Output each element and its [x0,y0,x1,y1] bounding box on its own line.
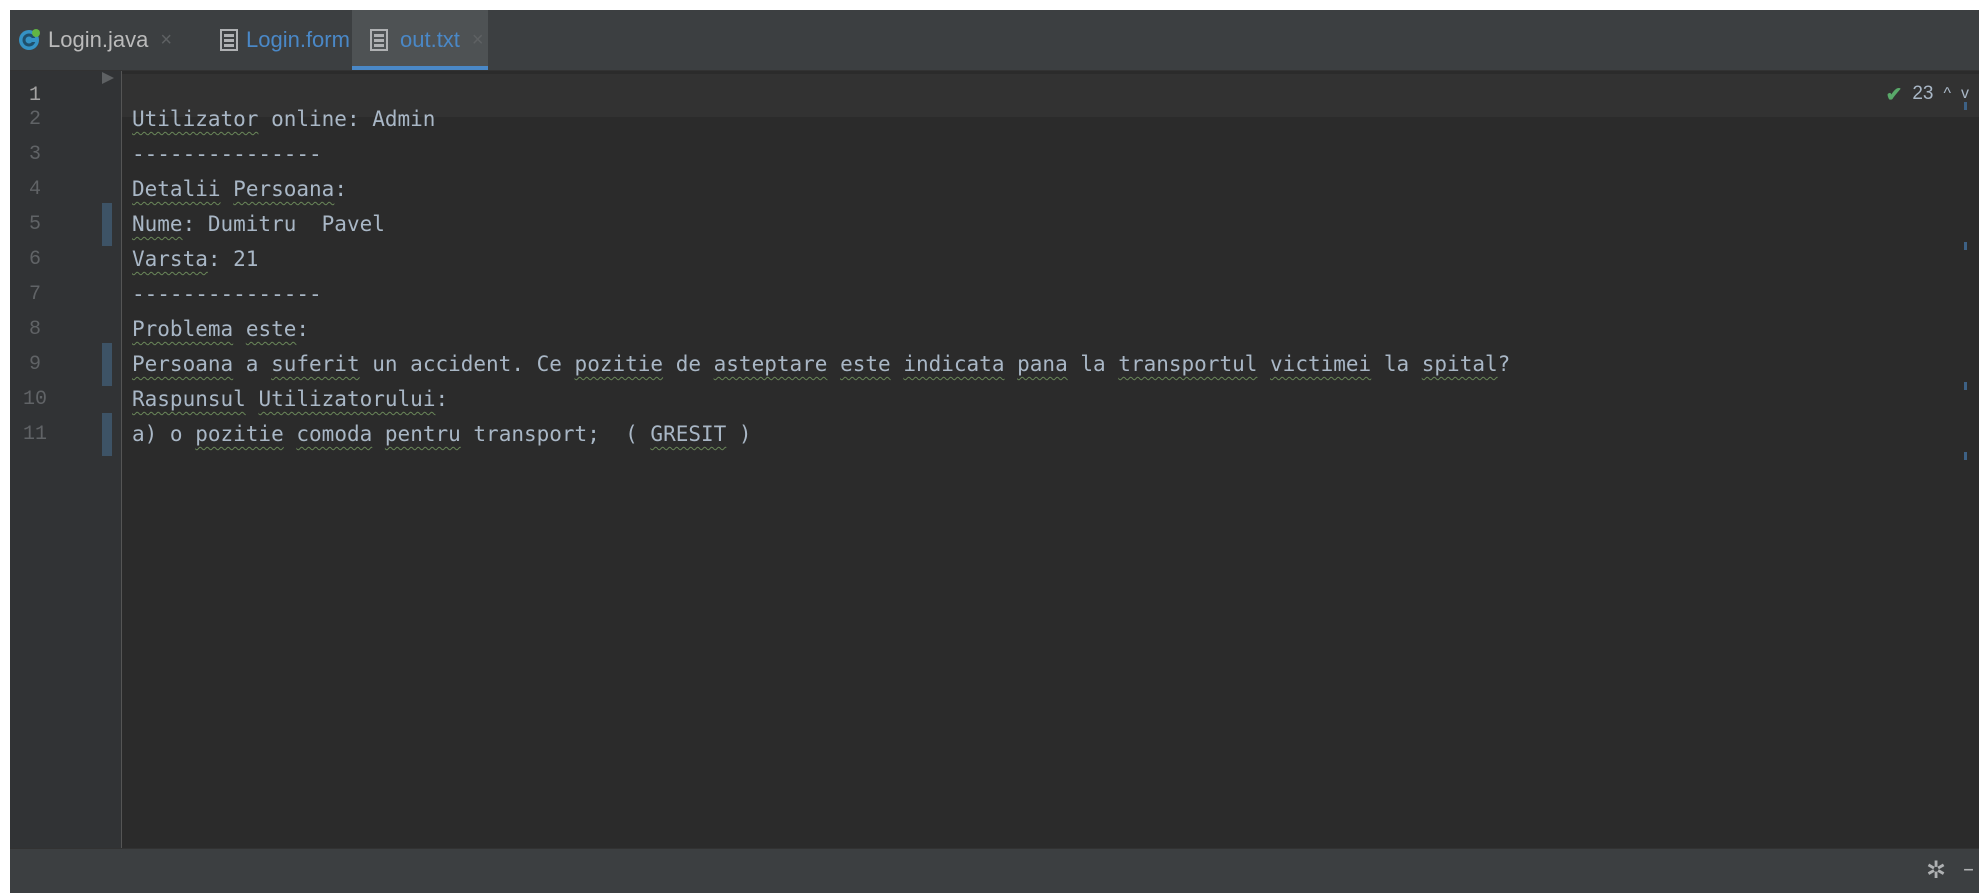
tab-label: Login.java [48,27,149,52]
scrollbar-marker[interactable] [1964,102,1967,110]
line-number: 11 [22,423,47,446]
code-token: Problema [132,317,234,341]
inspection-widget[interactable]: ✔ 23 ^ v [1886,80,1969,108]
code-line[interactable]: a) o pozitie comoda pentru transport; ( … [132,413,752,456]
code-token: transportul [1118,352,1258,376]
code-token: pozitie [195,422,284,446]
code-token: ? [1497,352,1511,376]
code-token: : [334,177,347,201]
code-token: spital [1421,352,1498,376]
editor-tab-bar: Login.java × Login.form × out.txt × [10,10,1979,71]
code-token: : 21 [207,247,259,271]
text-file-icon [370,29,392,51]
code-token: Persoana [233,177,335,201]
form-file-icon [220,29,238,51]
tab-label: Login.form [246,27,350,52]
inspection-count: 23 [1912,83,1934,104]
close-icon[interactable]: × [472,29,484,52]
code-token: GRESIT [650,422,727,446]
scrollbar-marker[interactable] [1964,452,1967,460]
code-token: Raspunsul [132,387,246,411]
code-token: Nume [132,212,183,236]
tab-out-txt[interactable]: out.txt × [352,10,488,70]
code-token: de [663,352,714,376]
code-token: un accident. Ce [359,352,575,376]
code-token: comoda [296,422,373,446]
code-token: : [435,387,449,411]
change-marker[interactable] [102,343,112,386]
tab-label: out.txt [400,27,460,52]
code-token: la [1067,352,1119,376]
tab-login-form[interactable]: Login.form × [198,10,374,70]
code-token: pentru [384,422,461,446]
code-token: a [233,352,272,376]
next-highlight-icon[interactable]: v [1961,85,1969,103]
scrollbar-marker[interactable] [1964,242,1967,250]
code-token: transport; ( [460,422,651,446]
code-token: Varsta [132,247,208,271]
gutter-divider [121,71,122,849]
code-token: Detalii [132,177,221,201]
change-marker[interactable] [102,413,112,456]
check-icon: ✔ [1885,83,1903,106]
fold-arrow-icon[interactable] [102,72,114,84]
code-token: Utilizatorului [258,387,436,411]
scrollbar-marker[interactable] [1964,382,1967,390]
previous-highlight-icon[interactable]: ^ [1943,85,1951,103]
tab-login-java[interactable]: Login.java × [10,10,198,70]
code-token: suferit [271,352,360,376]
code-token: Persoana [132,352,234,376]
code-token: Utilizator [132,107,259,131]
change-marker[interactable] [102,203,112,246]
code-token: este [245,317,297,341]
close-icon[interactable]: × [160,29,172,52]
code-token: pozitie [574,352,664,376]
code-token: : [296,317,310,341]
code-token: pana [1017,352,1068,376]
ide-window: Login.java × Login.form × out.txt × 1 2 … [10,10,1979,893]
code-token: la [1371,352,1422,376]
code-token: a) o [132,422,196,446]
minimize-icon[interactable]: – [1963,855,1979,885]
java-class-icon [18,29,40,51]
code-token: asteptare [713,352,828,376]
code-token: ) [726,422,752,446]
code-token: indicata [903,352,1005,376]
code-token: : Dumitru Pavel [182,212,385,236]
code-token: victimei [1270,352,1372,376]
tool-window-bar: ✲ – [10,848,1979,893]
gear-icon[interactable]: ✲ [1921,855,1951,885]
code-token: online: Admin [258,107,436,131]
code-token: este [840,352,891,376]
